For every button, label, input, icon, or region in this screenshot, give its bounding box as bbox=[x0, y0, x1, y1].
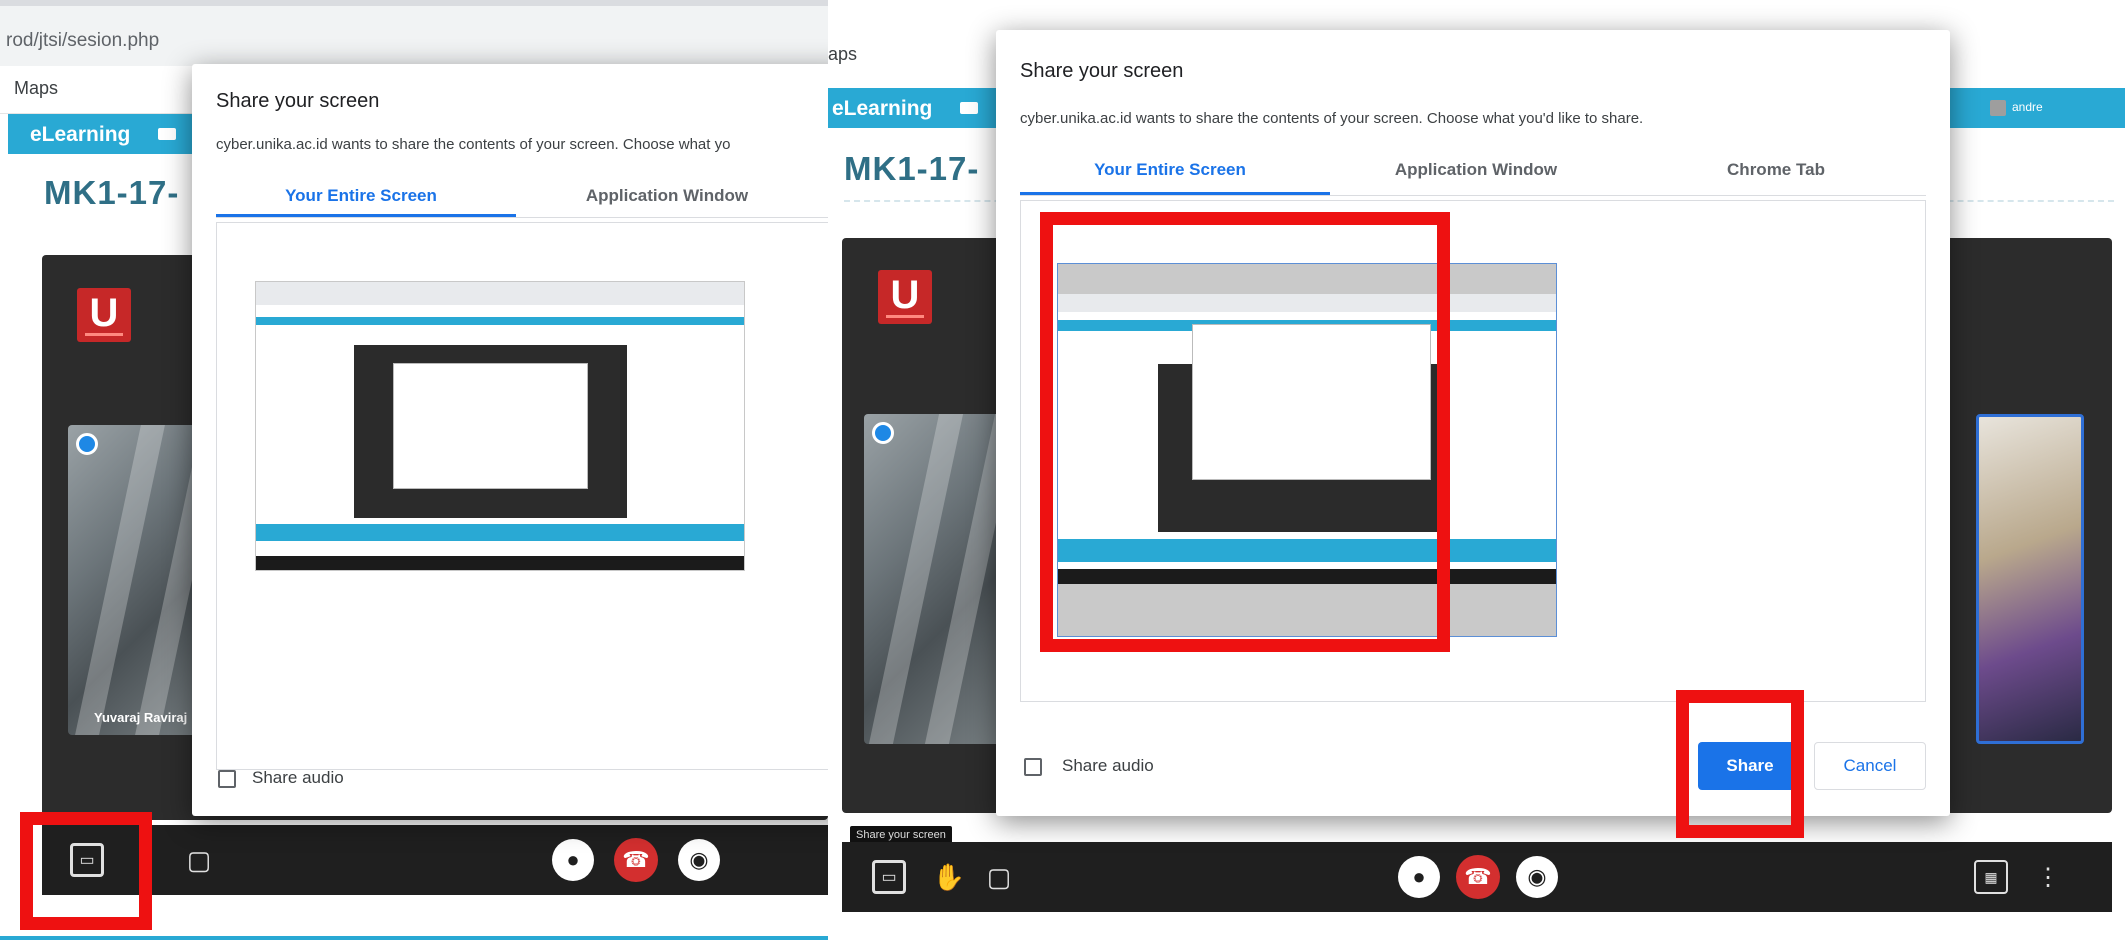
dialog-subtitle: cyber.unika.ac.id wants to share the con… bbox=[216, 136, 731, 153]
course-title: MK1-17- bbox=[44, 174, 180, 211]
tab-divider bbox=[216, 217, 828, 218]
tab-entire-screen[interactable]: Your Entire Screen bbox=[1020, 160, 1320, 180]
folder-icon bbox=[960, 102, 978, 114]
share-audio-label: Share audio bbox=[1062, 756, 1154, 775]
share-screen-dialog: Share your screen cyber.unika.ac.id want… bbox=[996, 30, 1950, 816]
meeting-control-bar: ▭ ✋ ▢ ● ☎ ◉ ▦ ⋮ bbox=[842, 842, 2112, 912]
share-audio-label: Share audio bbox=[252, 768, 344, 787]
camera-icon[interactable]: ◉ bbox=[1516, 856, 1558, 898]
mic-icon[interactable]: ● bbox=[552, 839, 594, 881]
chat-icon[interactable]: ▢ bbox=[982, 860, 1016, 894]
right-screenshot: aps eLearning andre MK1-17- U Share your… bbox=[828, 0, 2125, 943]
avatar[interactable] bbox=[1990, 100, 2006, 116]
left-screenshot: rod/jtsi/sesion.php Maps eLearning MK1-1… bbox=[0, 0, 828, 943]
bottom-accent-line bbox=[0, 936, 828, 940]
screen-share-icon[interactable]: ▭ bbox=[70, 843, 104, 877]
raise-hand-icon[interactable]: ✋ bbox=[932, 860, 966, 894]
tab-entire-screen[interactable]: Your Entire Screen bbox=[216, 186, 506, 206]
url-text[interactable]: rod/jtsi/sesion.php bbox=[6, 30, 159, 52]
chat-icon[interactable]: ▢ bbox=[182, 843, 216, 877]
university-logo: U bbox=[878, 270, 932, 324]
grid-view-icon[interactable]: ▦ bbox=[1974, 860, 2008, 894]
user-name[interactable]: andre bbox=[2012, 100, 2043, 114]
dialog-title: Share your screen bbox=[216, 90, 380, 112]
lms-brand[interactable]: eLearning bbox=[832, 97, 932, 121]
more-vert-icon[interactable]: ⋮ bbox=[2036, 860, 2060, 894]
pin-icon[interactable] bbox=[76, 433, 98, 455]
screen-preview-area bbox=[216, 222, 828, 770]
camera-icon[interactable]: ◉ bbox=[678, 839, 720, 881]
share-button[interactable]: Share bbox=[1698, 742, 1802, 790]
participant-name: Yuvaraj Raviraj bbox=[94, 710, 188, 725]
share-audio-checkbox[interactable] bbox=[218, 770, 236, 788]
bookmark-apps[interactable]: aps bbox=[828, 44, 857, 65]
folder-icon bbox=[158, 128, 176, 140]
dialog-subtitle: cyber.unika.ac.id wants to share the con… bbox=[1020, 110, 1644, 127]
screen-share-icon[interactable]: ▭ bbox=[872, 860, 906, 894]
hangup-icon[interactable]: ☎ bbox=[614, 838, 658, 882]
university-logo: U bbox=[77, 288, 131, 342]
lms-brand[interactable]: eLearning bbox=[30, 123, 130, 147]
tab-chrome-tab[interactable]: Chrome Tab bbox=[1626, 160, 1926, 180]
share-screen-dialog: Share your screen cyber.unika.ac.id want… bbox=[192, 64, 828, 816]
tab-application-window[interactable]: Application Window bbox=[1326, 160, 1626, 180]
cancel-button[interactable]: Cancel bbox=[1814, 742, 1926, 790]
pin-icon[interactable] bbox=[872, 422, 894, 444]
screen-preview-area bbox=[1020, 200, 1926, 702]
screen-thumbnail[interactable] bbox=[255, 281, 745, 571]
tab-divider bbox=[1020, 195, 1926, 196]
meeting-control-bar: ▭ ▢ ● ☎ ◉ bbox=[42, 825, 828, 895]
course-title: MK1-17- bbox=[844, 150, 980, 187]
bookmark-maps[interactable]: Maps bbox=[14, 78, 58, 99]
self-camera-tile[interactable] bbox=[1976, 414, 2084, 744]
dialog-title: Share your screen bbox=[1020, 60, 1184, 82]
mic-icon[interactable]: ● bbox=[1398, 856, 1440, 898]
tab-application-window[interactable]: Application Window bbox=[522, 186, 812, 206]
share-audio-checkbox[interactable] bbox=[1024, 758, 1042, 776]
hangup-icon[interactable]: ☎ bbox=[1456, 855, 1500, 899]
screen-thumbnail[interactable] bbox=[1057, 263, 1557, 637]
